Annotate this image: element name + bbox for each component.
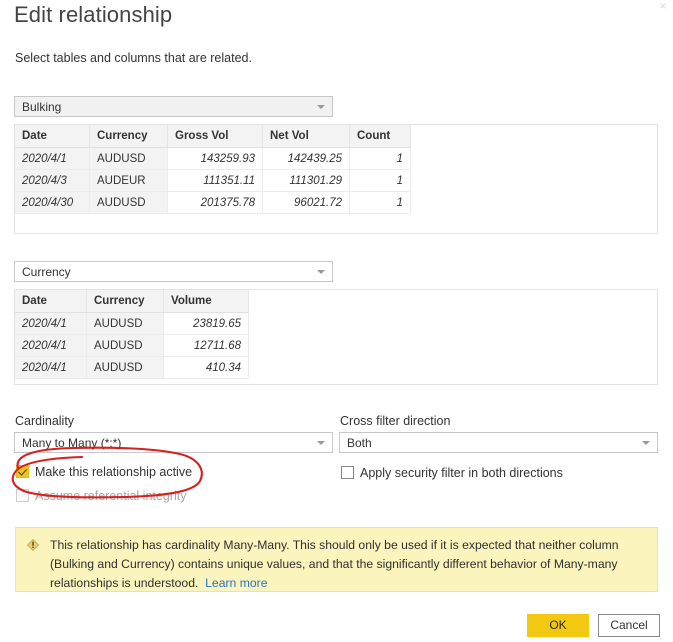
table1-grid[interactable]: Date Currency Gross Vol Net Vol Count 2020/4/… (15, 125, 411, 214)
table-cell: 2020/4/30 (15, 191, 90, 214)
cardinality-select[interactable]: Many to Many (*:*) (14, 432, 333, 453)
chevron-down-icon (317, 440, 325, 445)
table-cell: 142439.25 (262, 147, 350, 170)
table1-select[interactable]: Bulking (14, 96, 333, 117)
table-cell: 1 (349, 191, 411, 214)
table-cell: 410.34 (163, 356, 249, 379)
table-cell: 2020/4/1 (15, 147, 90, 170)
table-header-row: Date Currency Gross Vol Net Vol Count (15, 125, 411, 148)
table-cell: 1 (349, 147, 411, 170)
table-cell: AUDUSD (86, 356, 164, 379)
table-cell: 2020/4/1 (15, 312, 87, 335)
table-cell: 111301.29 (262, 169, 350, 192)
table-row[interactable]: 2020/4/30 AUDUSD 201375.78 96021.72 1 (15, 191, 411, 214)
cross-filter-direction-value: Both (347, 436, 372, 450)
table-row[interactable]: 2020/4/1 AUDUSD 23819.65 (15, 312, 249, 335)
table2-select-value: Currency (22, 265, 71, 279)
cardinality-select-value: Many to Many (*:*) (22, 436, 122, 450)
dialog-subtitle: Select tables and columns that are relat… (15, 51, 252, 65)
table-cell: 23819.65 (163, 312, 249, 335)
close-icon[interactable]: × (656, 0, 670, 12)
table-row[interactable]: 2020/4/1 AUDUSD 410.34 (15, 356, 249, 379)
table-header-row: Date Currency Volume (15, 290, 249, 313)
column-header[interactable]: Currency (86, 290, 164, 313)
column-header[interactable]: Date (15, 290, 87, 313)
table2-grid[interactable]: Date Currency Volume 2020/4/1 AUDUSD 23819.65… (15, 290, 249, 379)
table-cell: 2020/4/3 (15, 169, 90, 192)
table-cell: 12711.68 (163, 334, 249, 357)
checkmark-icon[interactable] (16, 465, 29, 478)
table-cell: AUDUSD (86, 334, 164, 357)
apply-security-filter-label: Apply security filter in both directions (360, 466, 563, 480)
table-cell: 143259.93 (167, 147, 263, 170)
table2-preview-panel: Date Currency Volume 2020/4/1 AUDUSD 23819.65… (14, 289, 658, 385)
table-cell: 201375.78 (167, 191, 263, 214)
table1-select-value: Bulking (22, 100, 62, 114)
ok-button[interactable]: OK (527, 614, 589, 637)
column-header[interactable]: Net Vol (262, 125, 350, 148)
assume-referential-integrity-checkbox: Assume referential integrity (16, 489, 186, 503)
chevron-down-icon (317, 104, 325, 109)
apply-security-filter-checkbox[interactable]: Apply security filter in both directions (341, 466, 563, 480)
chevron-down-icon (642, 440, 650, 445)
empty-checkbox-icon[interactable] (341, 466, 354, 479)
table-cell: 96021.72 (262, 191, 350, 214)
table-cell: 2020/4/1 (15, 356, 87, 379)
column-header[interactable]: Volume (163, 290, 249, 313)
column-header[interactable]: Date (15, 125, 90, 148)
make-relationship-active-checkbox[interactable]: Make this relationship active (16, 465, 192, 479)
table-row[interactable]: 2020/4/1 AUDUSD 12711.68 (15, 334, 249, 357)
page-title: Edit relationship (14, 2, 173, 27)
table-cell: 2020/4/1 (15, 334, 87, 357)
table2-select[interactable]: Currency (14, 261, 333, 282)
cancel-button[interactable]: Cancel (598, 614, 660, 637)
make-relationship-active-label: Make this relationship active (35, 465, 193, 479)
table-cell: AUDUSD (89, 147, 168, 170)
table-cell: AUDUSD (86, 312, 164, 335)
column-header[interactable]: Count (349, 125, 411, 148)
table-cell: 1 (349, 169, 411, 192)
table1-preview-panel: Date Currency Gross Vol Net Vol Count 2020/4/… (14, 124, 658, 234)
table-cell: 111351.11 (167, 169, 263, 192)
chevron-down-icon (317, 269, 325, 274)
table-cell: AUDUSD (89, 191, 168, 214)
table-row[interactable]: 2020/4/1 AUDUSD 143259.93 142439.25 1 (15, 147, 411, 170)
empty-checkbox-icon (16, 489, 29, 502)
table-row[interactable]: 2020/4/3 AUDEUR 111351.11 111301.29 1 (15, 169, 411, 192)
column-header[interactable]: Currency (89, 125, 168, 148)
cross-filter-direction-label: Cross filter direction (340, 414, 451, 428)
warning-text: This relationship has cardinality Many-M… (50, 538, 619, 590)
column-header[interactable]: Gross Vol (167, 125, 263, 148)
edit-relationship-dialog: × Edit relationship Select tables and co… (0, 0, 673, 642)
learn-more-link[interactable]: Learn more (205, 576, 267, 590)
table-cell: AUDEUR (89, 169, 168, 192)
cardinality-label: Cardinality (15, 414, 75, 428)
assume-referential-integrity-label: Assume referential integrity (35, 489, 187, 503)
warning-banner: This relationship has cardinality Many-M… (15, 527, 658, 592)
cross-filter-direction-select[interactable]: Both (339, 432, 658, 453)
warning-diamond-icon (27, 539, 39, 551)
